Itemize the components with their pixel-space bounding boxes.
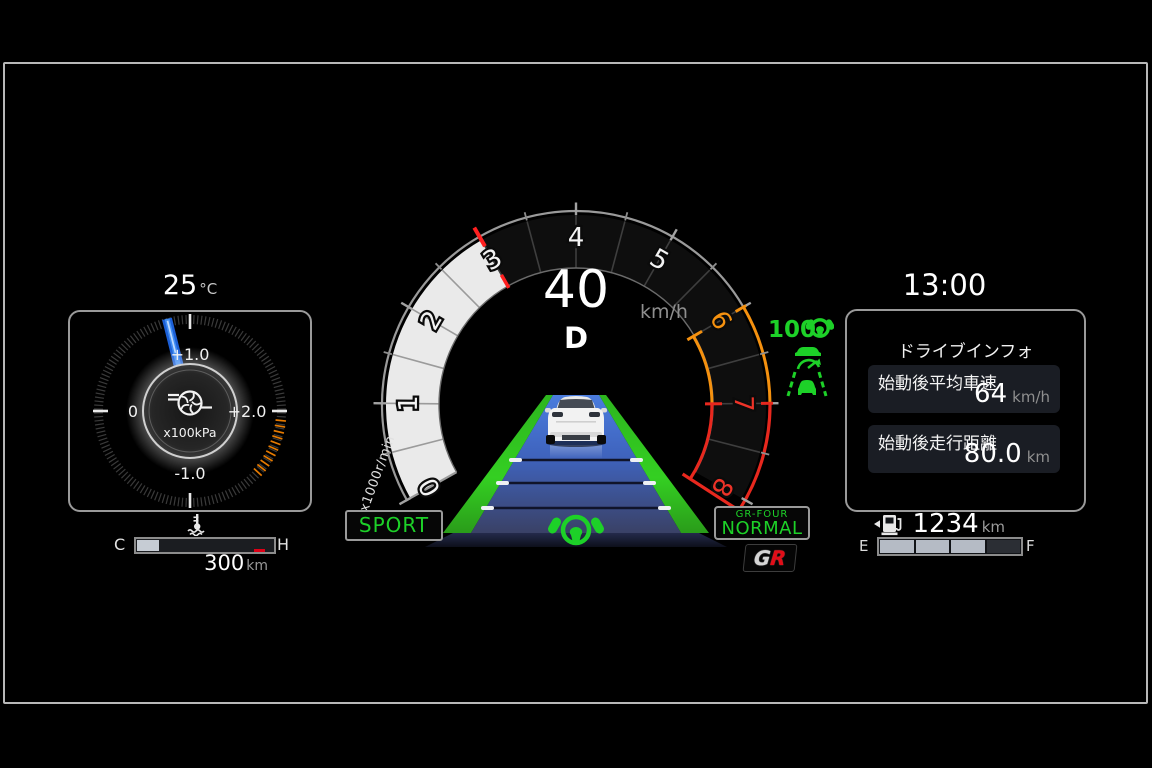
radar-cruise-icon — [791, 344, 827, 371]
boost-label-bottom: -1.0 — [174, 464, 205, 483]
avg-speed-unit: km/h — [1012, 388, 1050, 406]
gr-logo-r: R — [769, 546, 787, 570]
tach-unit-label: x1000r/min — [357, 434, 398, 514]
lane-tracing-assist-icon — [806, 315, 834, 340]
coolant-hot-label: H — [277, 535, 289, 554]
outside-temperature-value: 25 — [163, 270, 197, 301]
fuel-empty-label: E — [859, 537, 868, 555]
boost-label-right: +2.0 — [228, 402, 267, 421]
svg-text:1: 1 — [394, 395, 424, 412]
outside-temperature-unit: °C — [199, 280, 217, 298]
fuel-segment — [987, 540, 1021, 553]
fuel-segment — [916, 540, 950, 553]
instrument-cluster: 25°C x100kPa+1.00+2.0-1.0 C H 300km — [0, 0, 1152, 768]
fuel-segment — [951, 540, 985, 553]
drive-info-row-distance: 始動後走行距離 80.0km — [868, 425, 1060, 473]
drive-mode-badge: SPORT — [345, 510, 443, 541]
lane-departure-icon — [786, 371, 828, 397]
drive-info-panel: ドライブインフォ 始動後平均車速 64km/h 始動後走行距離 80.0km — [845, 309, 1086, 512]
fuel-full-label: F — [1026, 537, 1035, 555]
gr-four-mode: NORMAL — [716, 520, 808, 537]
distance-unit: km — [1027, 448, 1050, 466]
fuel-range-value: 1234 — [913, 509, 979, 539]
fuel-range-unit: km — [982, 518, 1005, 536]
gr-four-badge: GR-FOUR NORMAL — [714, 506, 810, 540]
coolant-temp-icon — [187, 512, 207, 536]
speed-value: 40 — [492, 264, 660, 316]
fuel-range: 1234km — [879, 509, 1005, 539]
road-scene — [425, 395, 727, 547]
outside-temperature: 25°C — [105, 270, 275, 301]
fuel-level-bar — [877, 537, 1023, 556]
boost-label-top: +1.0 — [171, 345, 210, 364]
odometer: 300km — [140, 551, 268, 575]
speed-unit: km/h — [640, 301, 688, 323]
svg-text:4: 4 — [568, 223, 585, 253]
drive-info-title: ドライブインフォ — [847, 337, 1084, 362]
gear-indicator: D — [540, 321, 612, 355]
gr-logo: GR — [743, 544, 798, 572]
odometer-unit: km — [246, 558, 268, 574]
fuel-segment — [880, 540, 914, 553]
boost-gauge-panel: x100kPa +1.0 0 +2.0 -1.0 — [68, 310, 312, 512]
drive-info-row-avg-speed: 始動後平均車速 64km/h — [868, 365, 1060, 413]
clock: 13:00 — [827, 268, 1062, 302]
boost-label-left: 0 — [128, 402, 138, 421]
boost-unit-label: x100kPa — [163, 425, 216, 440]
distance-value: 80.0 — [964, 439, 1022, 469]
boost-gauge: x100kPa +1.0 0 +2.0 -1.0 — [70, 312, 310, 510]
svg-text:7: 7 — [728, 395, 758, 412]
coolant-temp-fill — [137, 540, 159, 551]
odometer-value: 300 — [204, 551, 244, 575]
coolant-cold-label: C — [114, 535, 125, 554]
avg-speed-value: 64 — [974, 379, 1007, 409]
